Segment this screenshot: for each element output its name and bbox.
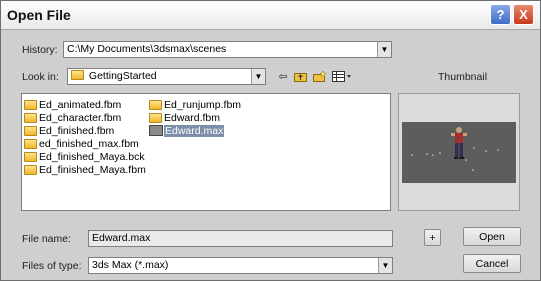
- cancel-button[interactable]: Cancel: [463, 254, 521, 273]
- title-bar: Open File ? X: [1, 1, 540, 30]
- folder-icon: [24, 112, 37, 123]
- folder-icon: [24, 99, 37, 110]
- close-icon: X: [519, 7, 528, 22]
- list-item[interactable]: Ed_finished_Maya.bck: [24, 150, 146, 163]
- list-item-selected[interactable]: Edward.max: [149, 124, 241, 137]
- list-item[interactable]: Ed_character.fbm: [24, 111, 146, 124]
- folder-icon: [149, 112, 162, 123]
- chevron-down-icon: ▼: [378, 258, 392, 273]
- cancel-label: Cancel: [475, 257, 509, 270]
- folder-icon: [24, 164, 37, 175]
- history-label: History:: [22, 44, 58, 56]
- file-name-input[interactable]: Edward.max: [88, 230, 393, 247]
- plus-button[interactable]: +: [424, 229, 441, 246]
- look-in-dropdown[interactable]: GettingStarted ▼: [67, 68, 266, 85]
- thumbnail-image: [402, 122, 516, 183]
- list-item[interactable]: Edward.fbm: [149, 111, 241, 124]
- file-name-value: Edward.max: [92, 232, 151, 244]
- look-in-value: GettingStarted: [88, 70, 157, 82]
- history-dropdown[interactable]: C:\My Documents\3dsmax\scenes ▼: [63, 41, 392, 58]
- folder-up-icon[interactable]: [293, 70, 307, 83]
- open-button[interactable]: Open: [463, 227, 521, 246]
- open-file-dialog: Open File ? X History: C:\My Documents\3…: [0, 0, 541, 281]
- window-title: Open File: [7, 7, 71, 23]
- chevron-down-icon: ▼: [377, 42, 391, 57]
- open-label: Open: [479, 230, 505, 243]
- folder-icon: [149, 99, 162, 110]
- folder-icon: [24, 151, 37, 162]
- max-file-icon: [149, 125, 163, 136]
- files-of-type-value: 3ds Max (*.max): [92, 259, 169, 271]
- folder-icon: [71, 70, 84, 80]
- look-in-label: Look in:: [22, 71, 59, 83]
- folder-icon: [24, 138, 37, 149]
- files-of-type-dropdown[interactable]: 3ds Max (*.max) ▼: [88, 257, 393, 274]
- list-item[interactable]: Ed_finished.fbm: [24, 124, 146, 137]
- list-item[interactable]: Ed_animated.fbm: [24, 98, 146, 111]
- list-item[interactable]: ed_finished_max.fbm: [24, 137, 146, 150]
- file-name-label: File name:: [22, 233, 72, 245]
- close-button[interactable]: X: [513, 4, 534, 25]
- view-menu-icon[interactable]: [332, 70, 352, 83]
- thumbnail-panel: [398, 93, 520, 211]
- list-item[interactable]: Ed_finished_Maya.fbm: [24, 163, 146, 176]
- list-item[interactable]: Ed_runjump.fbm: [149, 98, 241, 111]
- new-folder-icon[interactable]: [312, 70, 326, 83]
- back-icon[interactable]: ⇦: [276, 70, 290, 83]
- file-list[interactable]: Ed_animated.fbm Ed_character.fbm Ed_fini…: [21, 93, 391, 211]
- character-figure: [451, 127, 467, 159]
- files-of-type-label: Files of type:: [22, 260, 82, 272]
- help-button[interactable]: ?: [490, 4, 511, 25]
- folder-icon: [24, 125, 37, 136]
- help-icon: ?: [496, 7, 505, 22]
- plus-label: +: [429, 231, 436, 244]
- thumbnail-label: Thumbnail: [438, 71, 488, 83]
- chevron-down-icon: ▼: [251, 69, 265, 84]
- history-value: C:\My Documents\3dsmax\scenes: [67, 43, 227, 55]
